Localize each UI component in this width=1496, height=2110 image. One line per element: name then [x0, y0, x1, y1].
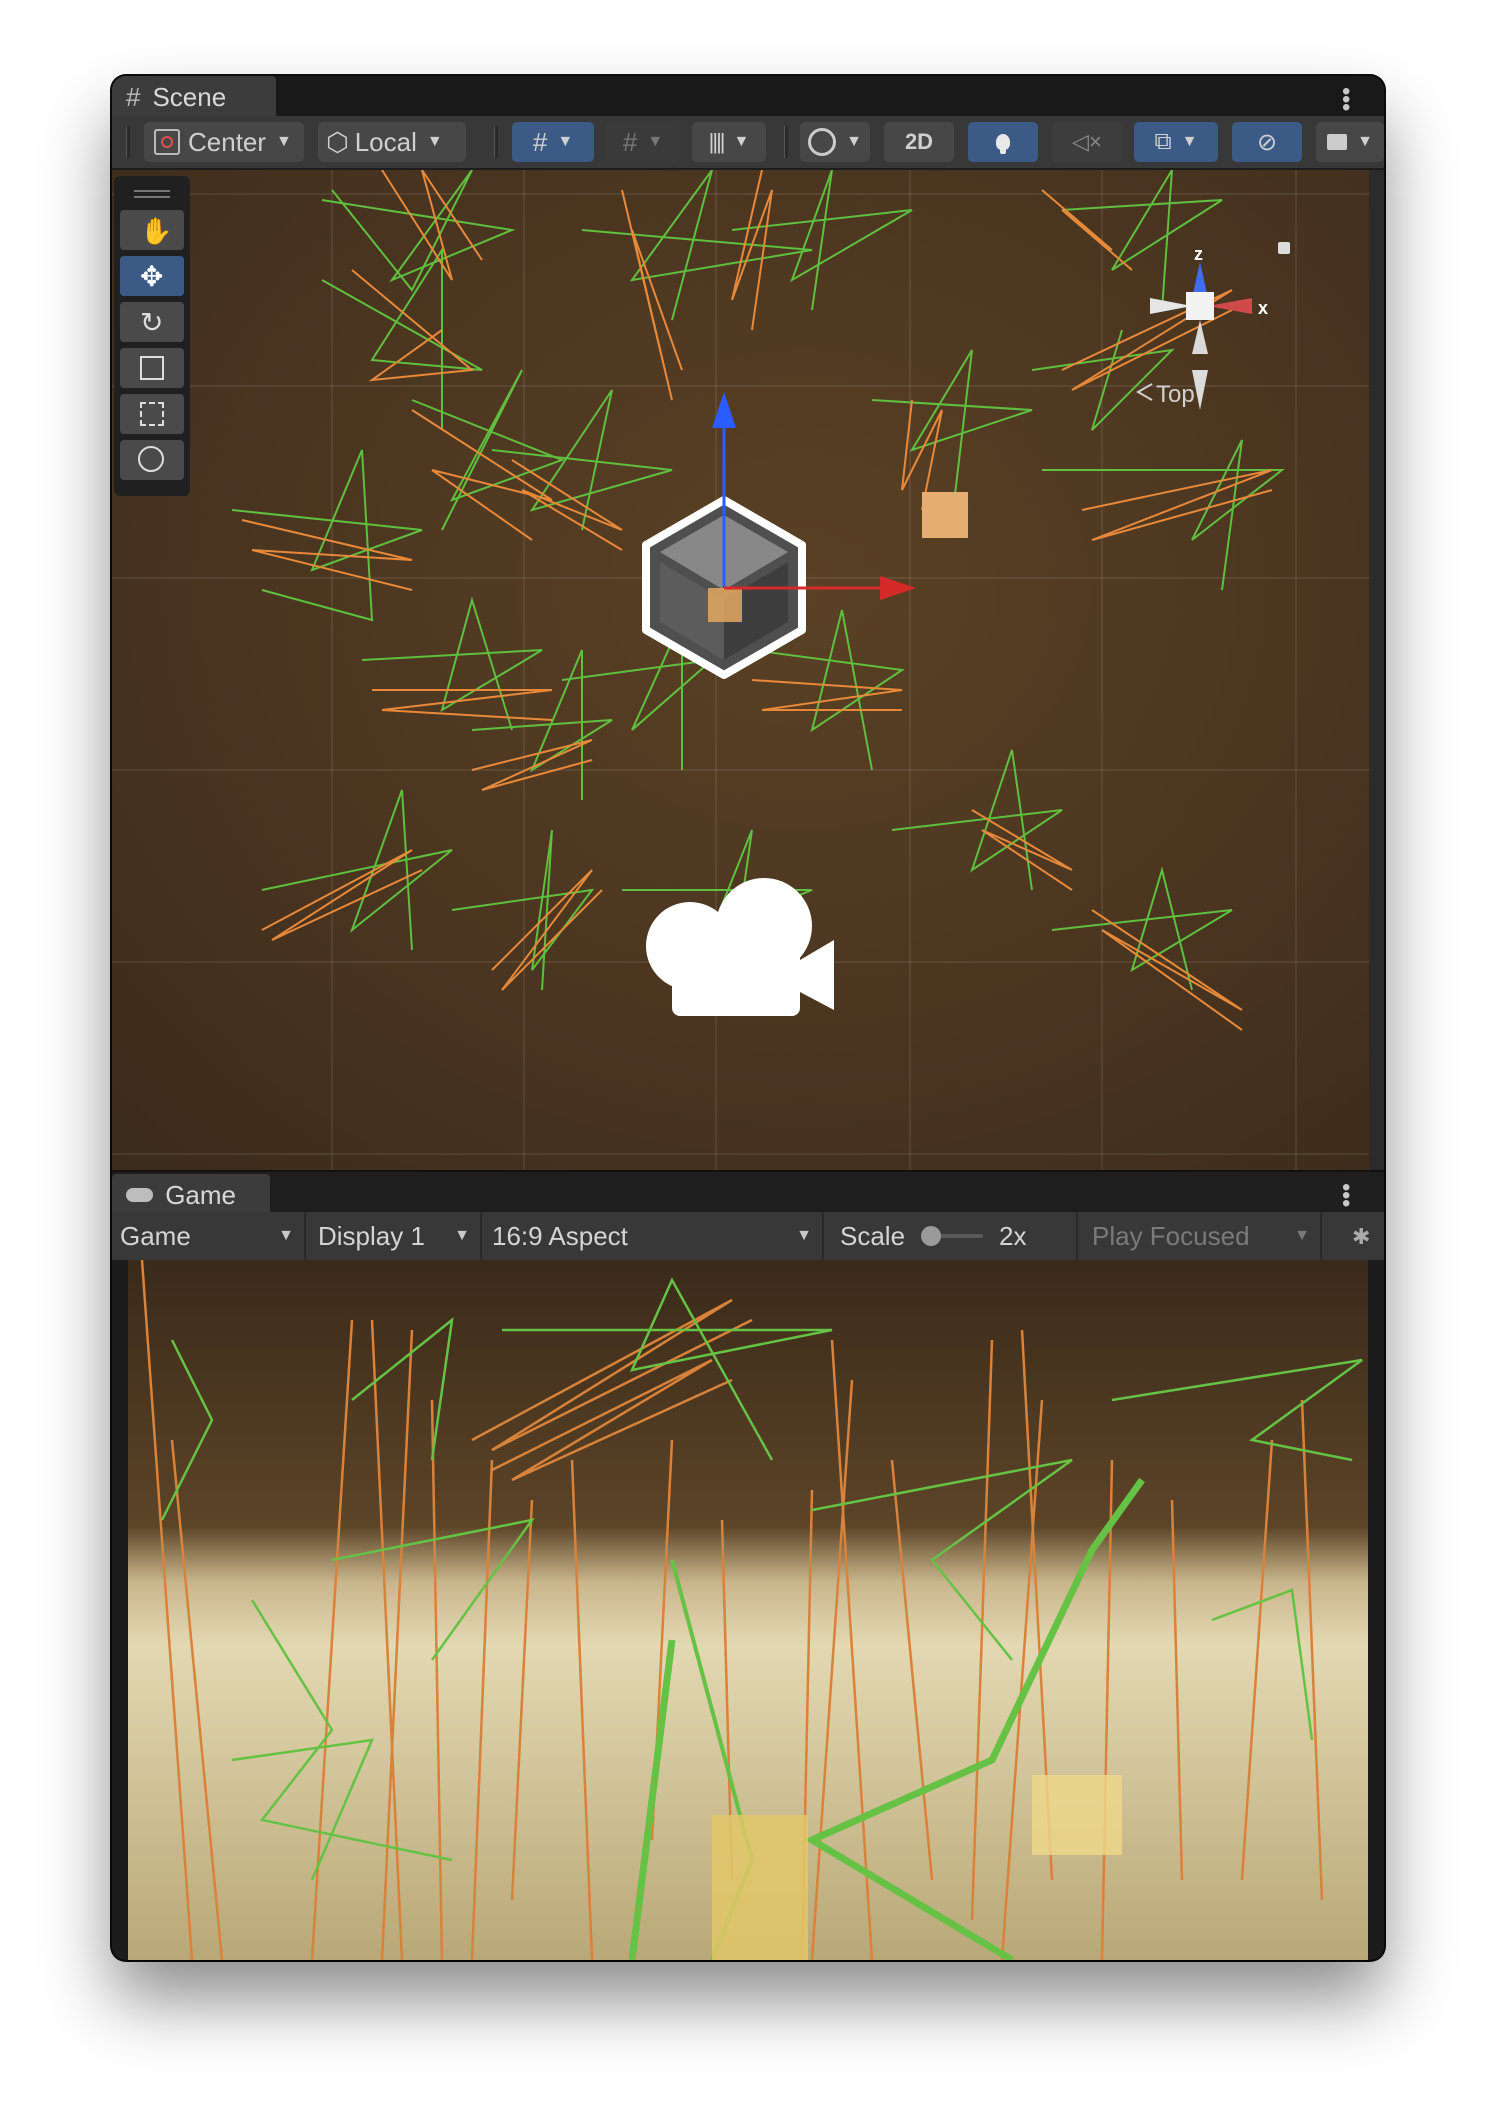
game-tab-label: Game [165, 1179, 236, 1210]
chevron-down-icon: ▼ [647, 133, 664, 150]
hash-icon: # [126, 81, 141, 112]
chevron-down-icon: ▼ [454, 1227, 470, 1244]
chevron-down-icon: ▼ [278, 1227, 294, 1244]
scene-tab-label: Scene [152, 81, 227, 112]
chevron-down-icon: ▼ [426, 133, 443, 150]
speaker-muted-icon: ◁× [1072, 129, 1102, 154]
display-label: Display 1 [318, 1220, 425, 1251]
shading-mode-dropdown[interactable]: ▼ [800, 122, 870, 162]
gamepad-icon [126, 1188, 154, 1202]
scene-camera-dropdown[interactable]: ▼ [1316, 122, 1384, 162]
game-cube-object [1032, 1775, 1122, 1855]
scale-icon [140, 356, 164, 380]
scene-visibility-toggle[interactable]: ⊘ [1232, 122, 1302, 162]
grid-icon: # [532, 126, 548, 157]
gizmo-x-label: x [1258, 298, 1268, 318]
play-mode-dropdown[interactable]: Play Focused ▼ [1080, 1212, 1322, 1260]
rotate-icon: ↻ [140, 307, 164, 338]
chevron-down-icon: ▼ [1357, 133, 1373, 150]
small-cube-object[interactable] [922, 492, 968, 538]
drag-handle-icon[interactable] [134, 190, 170, 192]
move-tool-button[interactable]: ✥ [120, 256, 184, 296]
hand-tool-button[interactable]: ✋ [120, 210, 184, 250]
scene-toolbar: Center ▼ ⬡ Local ▼ # ▼ # ▼ |||| ▼ ▼ 2D ◁… [112, 116, 1384, 170]
chevron-down-icon: ▼ [276, 133, 292, 150]
game-tab-bar: Game • • • [112, 1170, 1384, 1216]
rect-icon [140, 402, 164, 426]
chevron-down-icon: ▼ [846, 133, 862, 150]
eye-slash-icon: ⊘ [1256, 128, 1278, 156]
audio-toggle[interactable]: ◁× [1052, 122, 1122, 162]
pivot-mode-dropdown[interactable]: Center ▼ [144, 122, 304, 162]
rotate-tool-button[interactable]: ↻ [120, 302, 184, 342]
selected-cube-gizmo[interactable] [642, 392, 916, 679]
chevron-down-icon: ▼ [1294, 1227, 1310, 1244]
chevron-down-icon: ▼ [733, 133, 750, 150]
increment-snap-toggle[interactable]: # ▼ [606, 122, 680, 162]
transform-icon [138, 446, 164, 472]
scene-viewport[interactable]: z x Top ✋ ✥ ↻ [112, 170, 1369, 1170]
display-dropdown[interactable]: Display 1 ▼ [308, 1212, 482, 1260]
game-tab[interactable]: Game [112, 1174, 270, 1216]
hand-icon: ✋ [140, 216, 173, 246]
game-viewport[interactable] [112, 1260, 1384, 1960]
game-toolbar: Game ▼ Display 1 ▼ 16:9 Aspect ▼ Scale 2… [112, 1212, 1384, 1260]
game-view-label: Game [120, 1220, 191, 1251]
game-render [112, 1260, 1384, 1960]
pivot-icon [154, 129, 180, 155]
cube-icon: ⬡ [326, 126, 349, 157]
unity-editor-window: # Scene ••• Center ▼ ⬡ Local ▼ # ▼ # ▼ [112, 76, 1384, 1960]
chevron-down-icon: ▼ [796, 1227, 812, 1244]
rect-tool-button[interactable] [120, 394, 184, 434]
chevron-down-icon: ▼ [557, 133, 574, 150]
tools-overlay: ✋ ✥ ↻ [114, 176, 190, 496]
game-view-dropdown[interactable]: Game ▼ [112, 1212, 306, 1260]
scale-label: Scale [840, 1220, 906, 1251]
scale-tool-button[interactable] [120, 348, 184, 388]
chevron-down-icon: ▼ [1181, 133, 1198, 150]
sphere-icon [808, 128, 837, 156]
space-mode-label: Local [354, 126, 417, 157]
lock-icon[interactable] [1278, 242, 1290, 254]
main-camera-icon[interactable] [646, 878, 834, 1016]
ruler-snap-toggle[interactable]: |||| ▼ [692, 122, 766, 162]
scene-more-menu[interactable]: • • • [1342, 80, 1350, 120]
game-more-menu[interactable]: • • • [1342, 1176, 1350, 1216]
scale-slider-handle[interactable] [921, 1226, 942, 1246]
snap-icon: # [622, 126, 638, 157]
move-icon: ✥ [140, 261, 164, 292]
scale-control: Scale 2x [826, 1212, 1078, 1260]
aspect-label: 16:9 Aspect [492, 1220, 628, 1251]
ruler-icon: |||| [708, 129, 726, 154]
camera-icon [1327, 134, 1348, 150]
scene-scrollbar[interactable] [1369, 170, 1384, 1170]
layers-icon: ⧉ [1154, 128, 1172, 155]
gizmo-z-label: z [1194, 244, 1203, 264]
play-mode-label: Play Focused [1092, 1220, 1250, 1251]
scene-tab[interactable]: # Scene [112, 76, 276, 118]
view-label[interactable]: Top [1156, 381, 1195, 408]
aspect-dropdown[interactable]: 16:9 Aspect ▼ [484, 1212, 824, 1260]
scene-tab-bar: # Scene • • • [112, 76, 1384, 120]
space-mode-dropdown[interactable]: ⬡ Local ▼ [318, 122, 466, 162]
2d-mode-toggle[interactable]: 2D [884, 122, 954, 162]
effects-toggle[interactable]: ⧉ ▼ [1134, 122, 1218, 162]
lighting-toggle[interactable] [968, 122, 1038, 162]
scene-canvas: z x Top [112, 170, 1369, 1170]
scale-value: 2x [999, 1220, 1027, 1251]
game-cube-object [712, 1815, 808, 1960]
lightbulb-icon [996, 134, 1010, 150]
orientation-gizmo[interactable]: z x Top [1135, 242, 1290, 410]
bug-icon[interactable]: ✱ [1352, 1224, 1370, 1250]
2d-mode-label: 2D [904, 129, 934, 154]
scale-slider[interactable] [921, 1226, 984, 1246]
grid-snap-toggle[interactable]: # ▼ [512, 122, 594, 162]
transform-tool-button[interactable] [120, 440, 184, 480]
pivot-mode-label: Center [188, 126, 267, 157]
